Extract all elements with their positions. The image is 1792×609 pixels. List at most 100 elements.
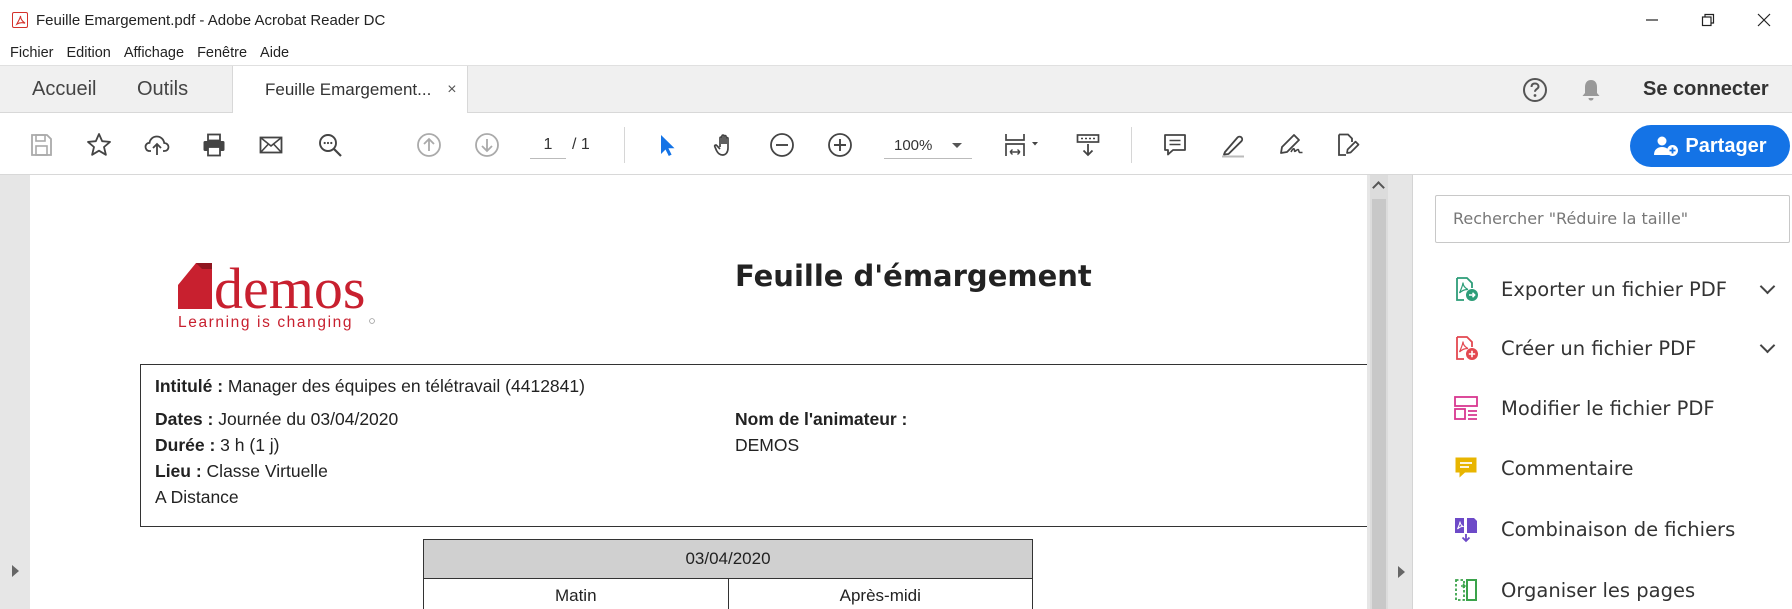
hand-icon bbox=[713, 134, 729, 156]
dates-label: Dates : bbox=[155, 409, 214, 429]
cloud-upload-icon bbox=[144, 135, 170, 155]
signature-pen-icon bbox=[1280, 134, 1303, 154]
close-window-button[interactable] bbox=[1736, 0, 1792, 40]
sign-in-link[interactable]: Se connecter bbox=[1643, 66, 1769, 114]
menu-aide[interactable]: Aide bbox=[260, 45, 289, 61]
duree-row: Durée : 3 h (1 j) bbox=[155, 435, 280, 456]
comment-icon bbox=[1164, 134, 1186, 156]
tool-create-pdf-label: Créer un fichier PDF bbox=[1501, 336, 1697, 360]
expand-left-panel-icon[interactable] bbox=[12, 565, 19, 577]
tab-document-label: Feuille Emargement... bbox=[265, 80, 432, 99]
menu-fenetre[interactable]: Fenêtre bbox=[197, 45, 247, 61]
zoom-level-dropdown[interactable]: 100% bbox=[884, 133, 972, 159]
table-col-afternoon: Après-midi bbox=[727, 578, 1033, 609]
plus-circle-icon bbox=[828, 133, 852, 157]
notifications-bell-icon[interactable] bbox=[1577, 76, 1605, 104]
menu-edition[interactable]: Edition bbox=[67, 45, 111, 61]
zoom-in-button[interactable] bbox=[825, 130, 855, 160]
tool-export-pdf-label: Exporter un fichier PDF bbox=[1501, 277, 1727, 301]
chevron-down-icon[interactable] bbox=[1759, 278, 1776, 295]
arrow-down-circle-icon bbox=[475, 133, 499, 157]
collapse-right-panel-icon[interactable] bbox=[1398, 566, 1405, 578]
select-tool-button[interactable] bbox=[652, 130, 682, 160]
restore-icon bbox=[1701, 13, 1715, 27]
tab-document[interactable]: Feuille Emargement... × bbox=[232, 66, 468, 114]
hand-tool-button[interactable] bbox=[710, 130, 740, 160]
find-button[interactable] bbox=[315, 130, 345, 160]
add-comment-button[interactable] bbox=[1160, 130, 1190, 160]
intitule-value: Manager des équipes en télétravail (4412… bbox=[227, 376, 585, 396]
upload-cloud-button[interactable] bbox=[142, 130, 172, 160]
close-tab-icon[interactable]: × bbox=[447, 81, 456, 99]
tool-comment[interactable]: Commentaire bbox=[1451, 448, 1781, 488]
scroll-mode-icon bbox=[1076, 134, 1100, 157]
save-icon bbox=[31, 134, 52, 156]
chevron-down-icon[interactable] bbox=[1759, 337, 1776, 354]
fit-page-icon bbox=[1005, 134, 1038, 156]
tab-tools[interactable]: Outils bbox=[137, 66, 188, 114]
animateur-value: DEMOS bbox=[735, 435, 800, 455]
tool-combine-files[interactable]: Combinaison de fichiers bbox=[1451, 509, 1781, 549]
document-title: Feuille d'émargement bbox=[735, 259, 1092, 293]
lieu-row: Lieu : Classe Virtuelle bbox=[155, 461, 328, 482]
print-button[interactable] bbox=[199, 130, 229, 160]
logo-tagline: Learning is changing bbox=[178, 314, 353, 331]
scroll-mode-button[interactable] bbox=[1073, 130, 1103, 160]
tool-organize-pages[interactable]: Organiser les pages bbox=[1451, 570, 1781, 609]
page-fit-button[interactable] bbox=[1000, 130, 1044, 160]
tool-comment-label: Commentaire bbox=[1501, 456, 1634, 480]
restore-button[interactable] bbox=[1680, 0, 1736, 40]
tab-bar: Accueil Outils Feuille Emargement... × S… bbox=[0, 65, 1792, 114]
tool-export-pdf[interactable]: Exporter un fichier PDF bbox=[1451, 269, 1781, 309]
menu-bar: Fichier Edition Affichage Fenêtre Aide bbox=[0, 40, 1792, 65]
scrollbar-thumb[interactable] bbox=[1372, 199, 1386, 609]
attendance-table: 03/04/2020 Matin Après-midi bbox=[423, 539, 1033, 609]
highlight-button[interactable] bbox=[1218, 130, 1248, 160]
minus-circle-icon bbox=[770, 133, 794, 157]
email-button[interactable] bbox=[256, 130, 286, 160]
menu-fichier[interactable]: Fichier bbox=[10, 45, 54, 61]
document-viewport: demos Learning is changing Feuille d'éma… bbox=[0, 175, 1412, 609]
close-icon bbox=[1757, 13, 1771, 27]
previous-page-button[interactable] bbox=[414, 130, 444, 160]
comment-icon bbox=[1451, 453, 1481, 483]
menu-affichage[interactable]: Affichage bbox=[124, 45, 184, 61]
logo-wordmark: demos bbox=[214, 256, 365, 321]
minimize-button[interactable] bbox=[1624, 0, 1680, 40]
minimize-icon bbox=[1646, 19, 1658, 21]
edit-document-button[interactable] bbox=[1333, 130, 1363, 160]
page-total: / 1 bbox=[572, 136, 590, 153]
bookmark-button[interactable] bbox=[84, 130, 114, 160]
sign-button[interactable] bbox=[1276, 130, 1306, 160]
tools-search-input[interactable]: Rechercher "Réduire la taille" bbox=[1435, 195, 1790, 243]
share-button[interactable]: Partager bbox=[1630, 125, 1790, 167]
page-number-input[interactable]: 1 bbox=[530, 133, 566, 159]
star-icon bbox=[87, 133, 111, 156]
scroll-up-icon[interactable] bbox=[1372, 181, 1385, 194]
zoom-out-button[interactable] bbox=[767, 130, 797, 160]
next-page-button[interactable] bbox=[472, 130, 502, 160]
help-icon[interactable] bbox=[1521, 76, 1549, 104]
main-toolbar: 1 / 1 100% Partager bbox=[0, 113, 1792, 175]
zoom-level-value: 100% bbox=[894, 137, 933, 154]
session-info-box: Intitulé : Manager des équipes en télétr… bbox=[140, 364, 1367, 527]
duree-label: Durée : bbox=[155, 435, 216, 455]
combine-files-icon bbox=[1451, 514, 1481, 544]
vertical-scrollbar[interactable] bbox=[1370, 175, 1388, 609]
arrow-up-circle-icon bbox=[417, 133, 441, 157]
document-edit-icon bbox=[1338, 133, 1360, 156]
tools-pane: Rechercher "Réduire la taille" Exporter … bbox=[1413, 175, 1792, 609]
toolbar-separator bbox=[1131, 127, 1132, 163]
tab-home[interactable]: Accueil bbox=[32, 66, 96, 114]
cursor-arrow-icon bbox=[661, 135, 675, 156]
tool-create-pdf[interactable]: Créer un fichier PDF bbox=[1451, 328, 1781, 368]
window-title: Feuille Emargement.pdf - Adobe Acrobat R… bbox=[36, 11, 386, 29]
title-bar: Feuille Emargement.pdf - Adobe Acrobat R… bbox=[0, 0, 1792, 40]
save-button[interactable] bbox=[26, 130, 56, 160]
duree-value: 3 h (1 j) bbox=[220, 435, 280, 455]
tool-edit-pdf[interactable]: Modifier le fichier PDF bbox=[1451, 388, 1781, 428]
lieu-label: Lieu : bbox=[155, 461, 202, 481]
demos-logo: demos Learning is changing bbox=[178, 256, 375, 331]
organize-pages-icon bbox=[1451, 575, 1481, 605]
share-button-label: Partager bbox=[1685, 134, 1767, 157]
